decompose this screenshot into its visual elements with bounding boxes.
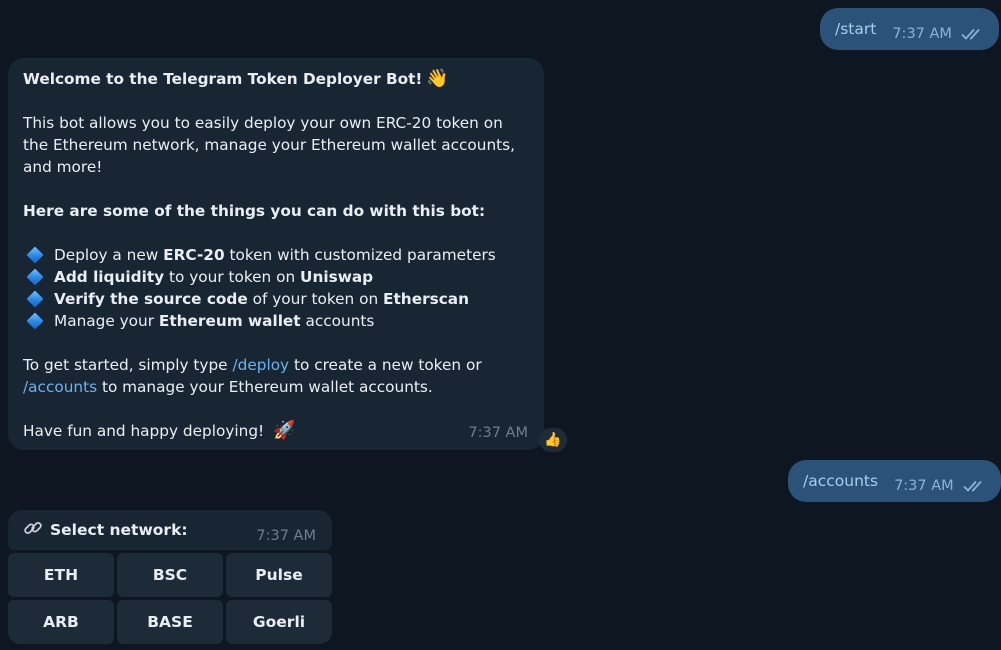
closing-text: Have fun and happy deploying! 🚀 [23, 420, 296, 441]
message-time: 7:37 AM [256, 528, 316, 544]
welcome-title: Welcome to the Telegram Token Deployer B… [23, 70, 423, 88]
network-button-bsc[interactable]: BSC [117, 553, 223, 597]
incoming-message-welcome[interactable]: Welcome to the Telegram Token Deployer B… [8, 58, 544, 450]
message-text: /start [835, 20, 877, 38]
blue-diamond-icon [26, 268, 44, 286]
network-button-goerli[interactable]: Goerli [226, 600, 332, 644]
network-button-pulse[interactable]: Pulse [226, 553, 332, 597]
blue-diamond-icon [26, 312, 44, 330]
network-button-eth[interactable]: ETH [8, 553, 114, 597]
thumbs-up-reaction[interactable]: 👍 [539, 428, 567, 452]
waving-hand-icon: 👋 [426, 68, 449, 89]
features-heading: Here are some of the things you can do w… [23, 202, 486, 220]
blue-diamond-icon [26, 246, 44, 264]
double-check-icon [963, 479, 987, 493]
feature-item: Manage your Ethereum wallet accounts [23, 310, 528, 332]
incoming-message-select-network: Select network: 7:37 AM [8, 510, 332, 550]
inline-keyboard: ETH BSC Pulse ARB BASE Goerli [8, 553, 332, 644]
feature-item: Deploy a new ERC-20 token with customize… [23, 244, 528, 266]
network-button-arb[interactable]: ARB [8, 600, 114, 644]
outgoing-message-start[interactable]: /start 7:37 AM [820, 8, 999, 50]
feature-item: Verify the source code of your token on … [23, 288, 528, 310]
message-time: 7:37 AM [892, 26, 952, 42]
message-text: /accounts [803, 472, 879, 490]
double-check-icon [961, 27, 985, 41]
welcome-intro: This bot allows you to easily deploy you… [23, 114, 516, 176]
feature-item: Add liquidity to your token on Uniswap [23, 266, 528, 288]
accounts-command-link[interactable]: /accounts [23, 378, 97, 396]
network-button-base[interactable]: BASE [117, 600, 223, 644]
getting-started-text: To get started, simply type /deploy to c… [23, 356, 482, 396]
select-network-title: Select network: [50, 521, 188, 539]
message-time: 7:37 AM [894, 478, 954, 494]
message-time: 7:37 AM [468, 425, 528, 441]
rocket-icon: 🚀 [273, 420, 296, 441]
deploy-command-link[interactable]: /deploy [232, 356, 289, 374]
blue-diamond-icon [26, 290, 44, 308]
link-icon [23, 518, 43, 542]
outgoing-message-accounts[interactable]: /accounts 7:37 AM [788, 460, 1001, 502]
